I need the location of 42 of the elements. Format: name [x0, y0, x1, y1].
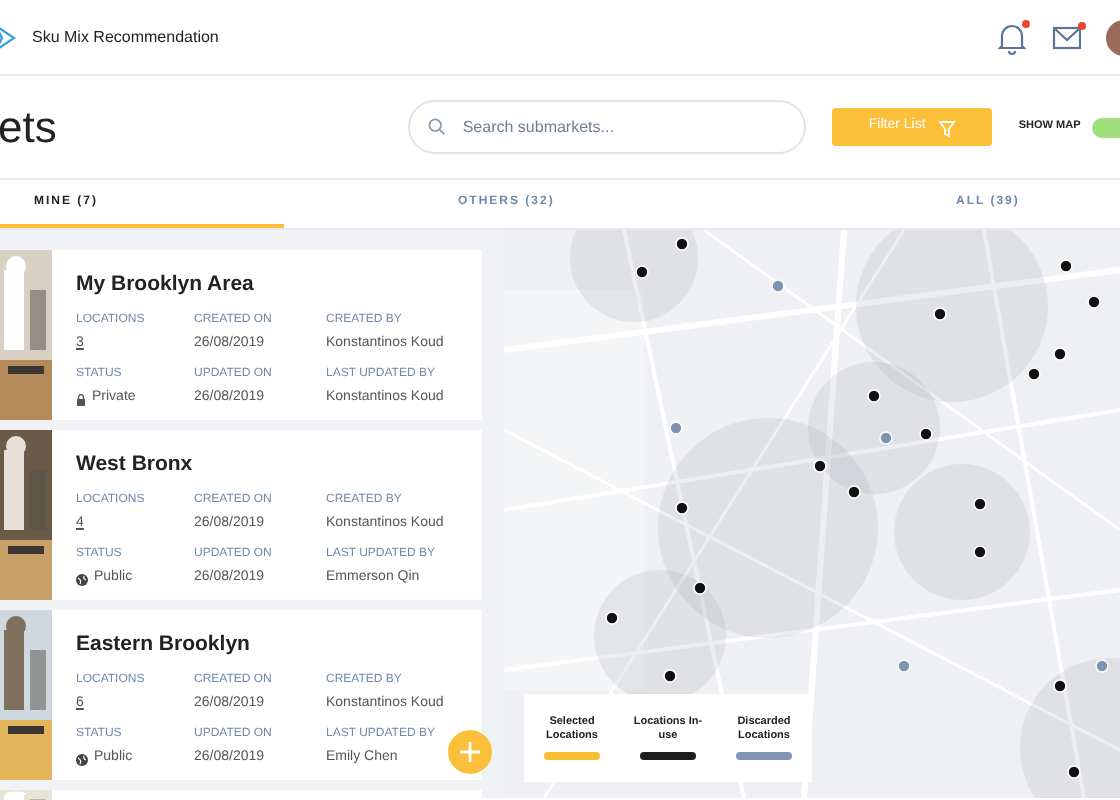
mail-icon[interactable]	[1050, 21, 1086, 53]
location-marker[interactable]	[1059, 259, 1073, 273]
app-title: Sku Mix Recommendation	[32, 25, 219, 49]
filter-icon	[937, 117, 956, 137]
location-marker[interactable]	[663, 669, 677, 683]
location-marker[interactable]	[771, 279, 785, 293]
card-title: West Bronx	[76, 450, 195, 480]
location-marker[interactable]	[1027, 367, 1041, 381]
location-marker[interactable]	[1067, 765, 1081, 779]
location-marker[interactable]	[973, 545, 987, 559]
page-title: ets	[0, 100, 59, 156]
location-marker[interactable]	[1053, 679, 1067, 693]
location-marker[interactable]	[847, 485, 861, 499]
location-marker[interactable]	[605, 611, 619, 625]
location-marker[interactable]	[669, 421, 683, 435]
plus-icon	[460, 742, 480, 762]
coverage-area	[1020, 658, 1120, 798]
notifications-icon[interactable]	[994, 19, 1030, 55]
location-marker[interactable]	[933, 307, 947, 321]
location-marker[interactable]	[973, 497, 987, 511]
location-marker[interactable]	[919, 427, 933, 441]
location-marker[interactable]	[1087, 295, 1101, 309]
globe-icon	[76, 753, 88, 765]
location-marker[interactable]	[867, 389, 881, 403]
search-field[interactable]: Search submarkets...	[408, 100, 806, 154]
lock-icon	[76, 393, 86, 405]
globe-icon	[76, 573, 88, 585]
location-marker[interactable]	[1053, 347, 1067, 361]
coverage-area	[894, 464, 1030, 600]
card-title: My Brooklyn Area	[76, 270, 256, 300]
search-icon	[428, 118, 447, 136]
location-marker[interactable]	[813, 459, 827, 473]
location-marker[interactable]	[1095, 659, 1109, 673]
location-marker[interactable]	[897, 659, 911, 673]
location-marker[interactable]	[879, 431, 893, 445]
location-marker[interactable]	[635, 265, 649, 279]
location-marker[interactable]	[693, 581, 707, 595]
location-marker[interactable]	[675, 501, 689, 515]
coverage-area	[570, 230, 698, 322]
card-title: Eastern Brooklyn	[76, 630, 252, 660]
location-marker[interactable]	[675, 237, 689, 251]
show-map-toggle[interactable]	[1092, 117, 1120, 137]
